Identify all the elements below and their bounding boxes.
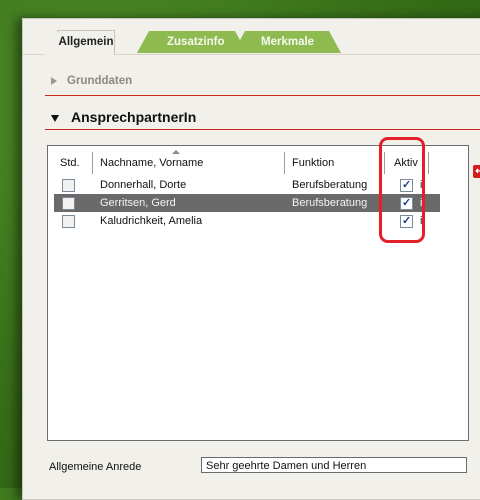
std-checkbox[interactable] — [62, 215, 75, 228]
section-grunddaten-label: Grunddaten — [67, 75, 133, 87]
anrede-field[interactable]: Sehr geehrte Damen und Herren — [201, 457, 467, 473]
section-grunddaten[interactable]: Grunddaten — [51, 75, 132, 87]
std-checkbox[interactable] — [62, 179, 75, 192]
anrede-label: Allgemeine Anrede — [49, 461, 142, 473]
contact-name: Kaludrichkeit, Amelia — [100, 215, 203, 227]
column-header-funktion[interactable]: Funktion — [292, 150, 334, 174]
tab-bar: Allgemein Zusatzinfo Merkmale — [23, 19, 480, 61]
undo-icon[interactable]: ↩ — [473, 165, 480, 178]
tab-merkmale[interactable]: Merkmale — [233, 31, 341, 53]
contact-funktion: Berufsberatung — [292, 179, 368, 191]
section-ansprechpartner[interactable]: AnsprechpartnerIn — [51, 109, 196, 125]
expand-arrow-icon — [51, 76, 57, 85]
contact-name: Donnerhall, Dorte — [100, 179, 187, 191]
contact-funktion: Berufsberatung — [292, 197, 368, 209]
std-checkbox[interactable] — [62, 197, 75, 210]
column-header-std[interactable]: Std. — [60, 150, 80, 174]
main-panel: Allgemein Zusatzinfo Merkmale Grunddaten… — [22, 18, 480, 500]
section-divider — [45, 95, 480, 96]
column-separator — [284, 152, 285, 174]
section-divider — [45, 129, 480, 130]
annotation-highlight-box — [379, 137, 425, 243]
contact-name: Gerritsen, Gerd — [100, 197, 176, 209]
collapse-arrow-icon — [51, 114, 59, 122]
column-header-name[interactable]: Nachname, Vorname — [100, 150, 203, 174]
section-ansprechpartner-label: AnsprechpartnerIn — [71, 109, 197, 125]
tab-allgemein[interactable]: Allgemein — [44, 30, 115, 56]
column-separator — [428, 152, 429, 174]
column-separator — [92, 152, 93, 174]
tab-zusatzinfo[interactable]: Zusatzinfo — [137, 31, 247, 53]
